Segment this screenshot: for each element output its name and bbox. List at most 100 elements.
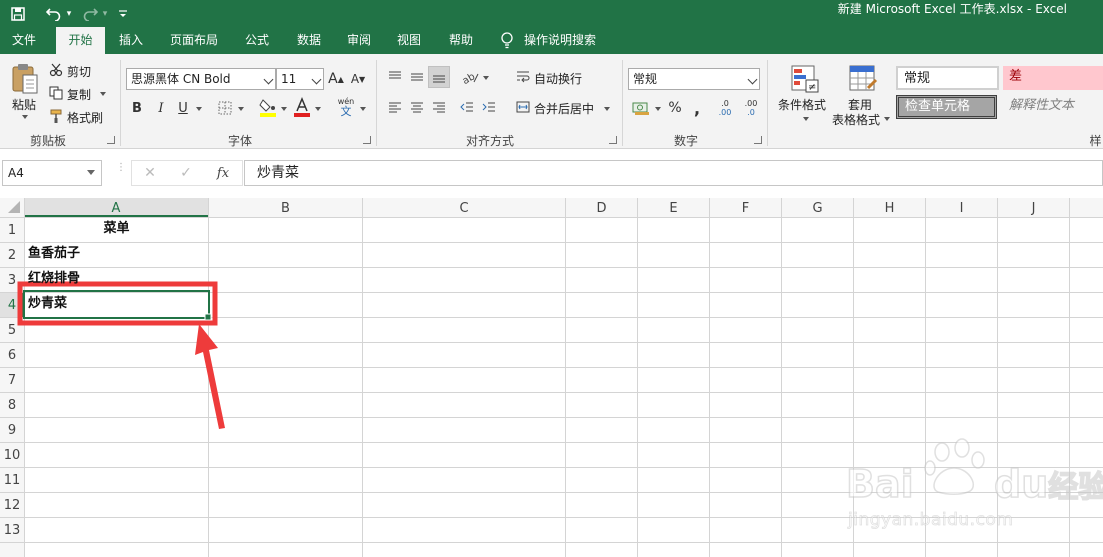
undo-icon[interactable] — [44, 0, 64, 27]
format-table-button[interactable]: 表格格式 — [832, 111, 880, 128]
redo-dropdown-icon[interactable]: ▾ — [100, 0, 110, 27]
fill-color-dropdown-icon[interactable] — [281, 107, 287, 111]
percent-button[interactable]: % — [666, 98, 684, 118]
cell-a1[interactable]: 菜单 — [25, 216, 208, 241]
row-header-12[interactable]: 12 — [0, 493, 24, 518]
align-top-icon[interactable] — [386, 68, 404, 86]
format-table-dropdown-icon[interactable] — [884, 117, 890, 121]
column-header-b[interactable]: B — [209, 200, 362, 217]
increase-indent-icon[interactable] — [480, 98, 498, 116]
font-color-icon[interactable] — [292, 96, 312, 118]
column-header-c[interactable]: C — [363, 200, 565, 217]
row-header-13[interactable]: 13 — [0, 518, 24, 543]
drag-handle-icon[interactable]: ⋮ — [116, 163, 126, 180]
column-header-a[interactable]: A — [24, 200, 208, 217]
font-size-select[interactable]: 11 — [276, 68, 324, 90]
tab-formulas[interactable]: 公式 — [236, 27, 278, 54]
style-bad[interactable]: 差 — [1003, 66, 1103, 90]
merge-center-icon[interactable] — [514, 98, 532, 116]
column-header-e[interactable]: E — [638, 200, 709, 217]
tab-home[interactable]: 开始 — [56, 27, 105, 54]
shrink-font-button[interactable]: A ▼ — [350, 69, 366, 89]
grow-font-button[interactable]: A ▲ — [328, 69, 344, 89]
font-launcher-icon[interactable] — [363, 136, 371, 144]
tab-page-layout[interactable]: 页面布局 — [162, 27, 226, 54]
orientation-icon[interactable]: ab — [460, 68, 482, 86]
column-header-i[interactable]: I — [926, 200, 997, 217]
italic-button[interactable]: I — [152, 98, 170, 118]
copy-button[interactable]: 复制 — [67, 86, 91, 103]
align-middle-icon[interactable] — [408, 68, 426, 86]
format-painter-button[interactable]: 格式刷 — [67, 109, 103, 126]
wrap-text-button[interactable]: 自动换行 — [534, 70, 582, 87]
wrap-text-icon[interactable] — [514, 68, 532, 86]
phonetic-dropdown-icon[interactable] — [360, 107, 366, 111]
row-header-8[interactable]: 8 — [0, 393, 24, 418]
cell-a2[interactable]: 鱼香茄子 — [28, 241, 208, 266]
conditional-format-icon[interactable]: ≠ — [788, 62, 822, 96]
number-launcher-icon[interactable] — [754, 136, 762, 144]
paste-dropdown-icon[interactable] — [22, 115, 28, 119]
number-format-select[interactable]: 常规 — [628, 68, 760, 90]
underline-dropdown-icon[interactable] — [196, 107, 202, 111]
row-header-9[interactable]: 9 — [0, 418, 24, 443]
column-header-d[interactable]: D — [566, 200, 637, 217]
font-color-dropdown-icon[interactable] — [315, 107, 321, 111]
comma-button[interactable]: , — [690, 98, 704, 118]
cell-a4[interactable]: 炒青菜 — [28, 291, 204, 316]
align-center-icon[interactable] — [408, 98, 426, 116]
format-painter-icon[interactable] — [48, 108, 64, 124]
style-normal[interactable]: 常规 — [896, 66, 999, 90]
phonetic-button[interactable]: wén 文 — [334, 94, 358, 120]
fill-color-icon[interactable] — [258, 96, 278, 118]
accounting-icon[interactable] — [630, 98, 652, 118]
row-header-2[interactable]: 2 — [0, 243, 24, 268]
tell-me-search[interactable]: 操作说明搜索 — [524, 27, 604, 54]
tab-review[interactable]: 审阅 — [338, 27, 380, 54]
row-header-10[interactable]: 10 — [0, 443, 24, 468]
copy-icon[interactable] — [48, 85, 64, 101]
decrease-decimal-button[interactable]: .00 .0 — [740, 97, 762, 119]
clipboard-launcher-icon[interactable] — [107, 136, 115, 144]
orientation-dropdown-icon[interactable] — [483, 76, 489, 80]
cell-a3[interactable]: 红烧排骨 — [28, 266, 208, 291]
scissors-icon[interactable] — [48, 62, 64, 78]
row-header-3[interactable]: 3 — [0, 268, 24, 293]
increase-decimal-button[interactable]: .0 .00 — [714, 97, 736, 119]
borders-dropdown-icon[interactable] — [238, 107, 244, 111]
bold-button[interactable]: B — [128, 98, 146, 118]
cancel-icon[interactable]: ✕ — [140, 163, 160, 183]
cut-button[interactable]: 剪切 — [67, 63, 91, 80]
tab-data[interactable]: 数据 — [288, 27, 330, 54]
paste-icon[interactable] — [8, 62, 42, 96]
merge-center-button[interactable]: 合并后居中 — [534, 100, 594, 117]
conditional-format-dropdown-icon[interactable] — [803, 117, 809, 121]
font-name-select[interactable]: 思源黑体 CN Bold — [126, 68, 276, 90]
column-header-h[interactable]: H — [854, 200, 925, 217]
underline-button[interactable]: U — [174, 98, 192, 118]
name-box[interactable]: A4 — [2, 160, 102, 186]
align-right-icon[interactable] — [430, 98, 448, 116]
paste-button[interactable]: 粘贴 — [12, 96, 36, 113]
row-header-1[interactable]: 1 — [0, 218, 24, 243]
style-explanatory[interactable]: 解释性文本 — [1003, 95, 1103, 119]
alignment-launcher-icon[interactable] — [609, 136, 617, 144]
enter-icon[interactable]: ✓ — [176, 163, 196, 183]
copy-dropdown-icon[interactable] — [100, 92, 106, 96]
column-header-g[interactable]: G — [782, 200, 853, 217]
row-header-11[interactable]: 11 — [0, 468, 24, 493]
style-check-cell[interactable]: 检查单元格 — [896, 95, 997, 119]
save-icon[interactable] — [8, 0, 28, 27]
column-header-f[interactable]: F — [710, 200, 781, 217]
align-bottom-icon[interactable] — [428, 66, 450, 88]
fill-handle[interactable] — [204, 313, 212, 321]
decrease-indent-icon[interactable] — [458, 98, 476, 116]
row-header-4[interactable]: 4 — [0, 293, 24, 318]
conditional-format-button[interactable]: 条件格式 — [778, 96, 826, 113]
customize-icon[interactable] — [116, 0, 130, 27]
row-header-5[interactable]: 5 — [0, 318, 24, 343]
format-table-icon[interactable] — [846, 62, 880, 96]
redo-icon[interactable] — [80, 0, 100, 27]
merge-dropdown-icon[interactable] — [604, 107, 610, 111]
formula-input[interactable]: 炒青菜 — [244, 160, 1103, 186]
